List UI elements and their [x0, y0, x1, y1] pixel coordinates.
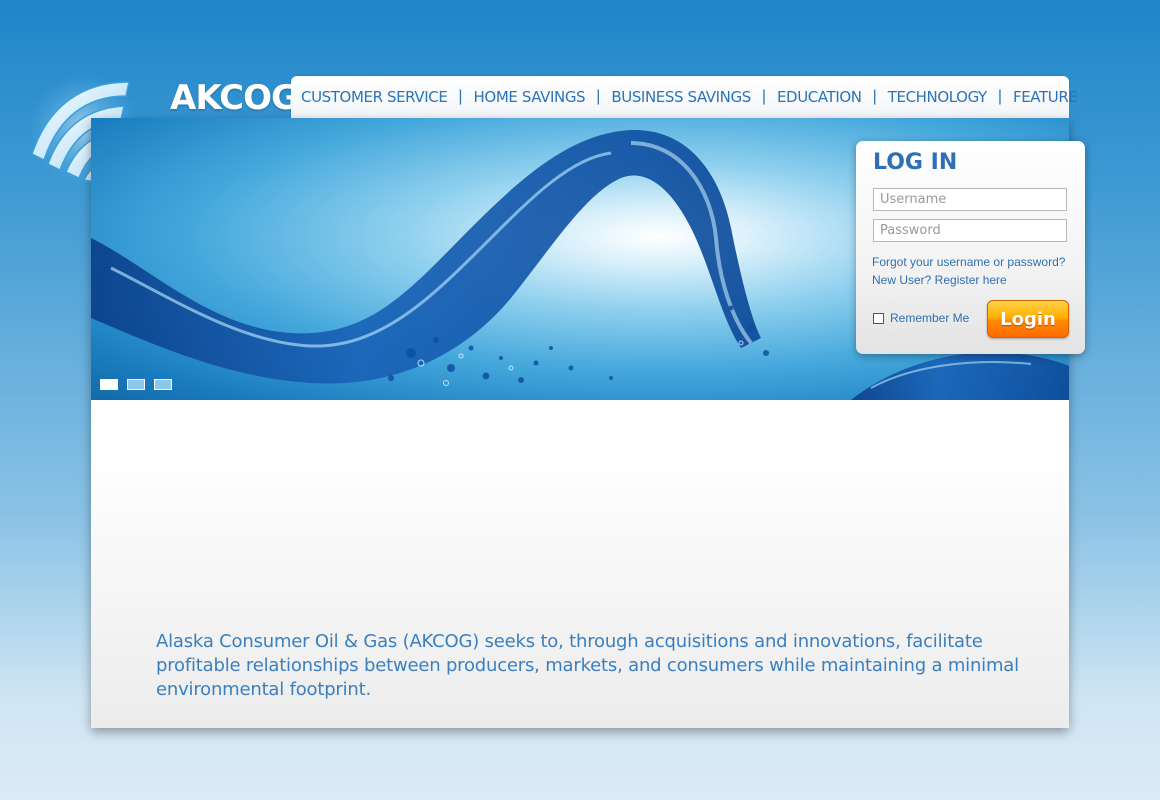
username-input[interactable]	[873, 188, 1067, 211]
slider-dot-3[interactable]	[154, 379, 172, 390]
nav-separator: |	[872, 88, 877, 105]
nav-item-education[interactable]: EDUCATION	[777, 88, 862, 106]
nav-separator: |	[761, 88, 766, 105]
remember-me-label: Remember Me	[890, 311, 970, 325]
nav-item-feature[interactable]: FEATURE	[1013, 88, 1078, 106]
slider-dot-1[interactable]	[100, 379, 118, 390]
nav-item-technology[interactable]: TECHNOLOGY	[888, 88, 987, 106]
nav-item-home-savings[interactable]: HOME SAVINGS	[474, 88, 586, 106]
nav-separator: |	[458, 88, 463, 105]
brand-name: AKCOG	[170, 78, 299, 118]
nav-separator: |	[596, 88, 601, 105]
password-input[interactable]	[873, 219, 1067, 242]
remember-me-checkbox[interactable]	[873, 312, 884, 324]
nav-item-customer-service[interactable]: CUSTOMER SERVICE	[301, 88, 448, 106]
remember-me[interactable]: Remember Me	[873, 311, 969, 325]
login-button[interactable]: Login	[987, 300, 1069, 338]
nav-item-business-savings[interactable]: BUSINESS SAVINGS	[611, 88, 751, 106]
slider-pagination	[100, 379, 172, 390]
slider-dot-2[interactable]	[127, 379, 145, 390]
register-link[interactable]: New User? Register here	[872, 273, 1007, 287]
login-box: LOG IN Forgot your username or password?…	[856, 141, 1085, 354]
login-title: LOG IN	[873, 150, 958, 175]
main-nav: CUSTOMER SERVICE | HOME SAVINGS | BUSINE…	[291, 76, 1078, 118]
nav-separator: |	[997, 88, 1002, 105]
mission-statement: Alaska Consumer Oil & Gas (AKCOG) seeks …	[156, 631, 1019, 700]
forgot-credentials-link[interactable]: Forgot your username or password?	[872, 255, 1065, 269]
